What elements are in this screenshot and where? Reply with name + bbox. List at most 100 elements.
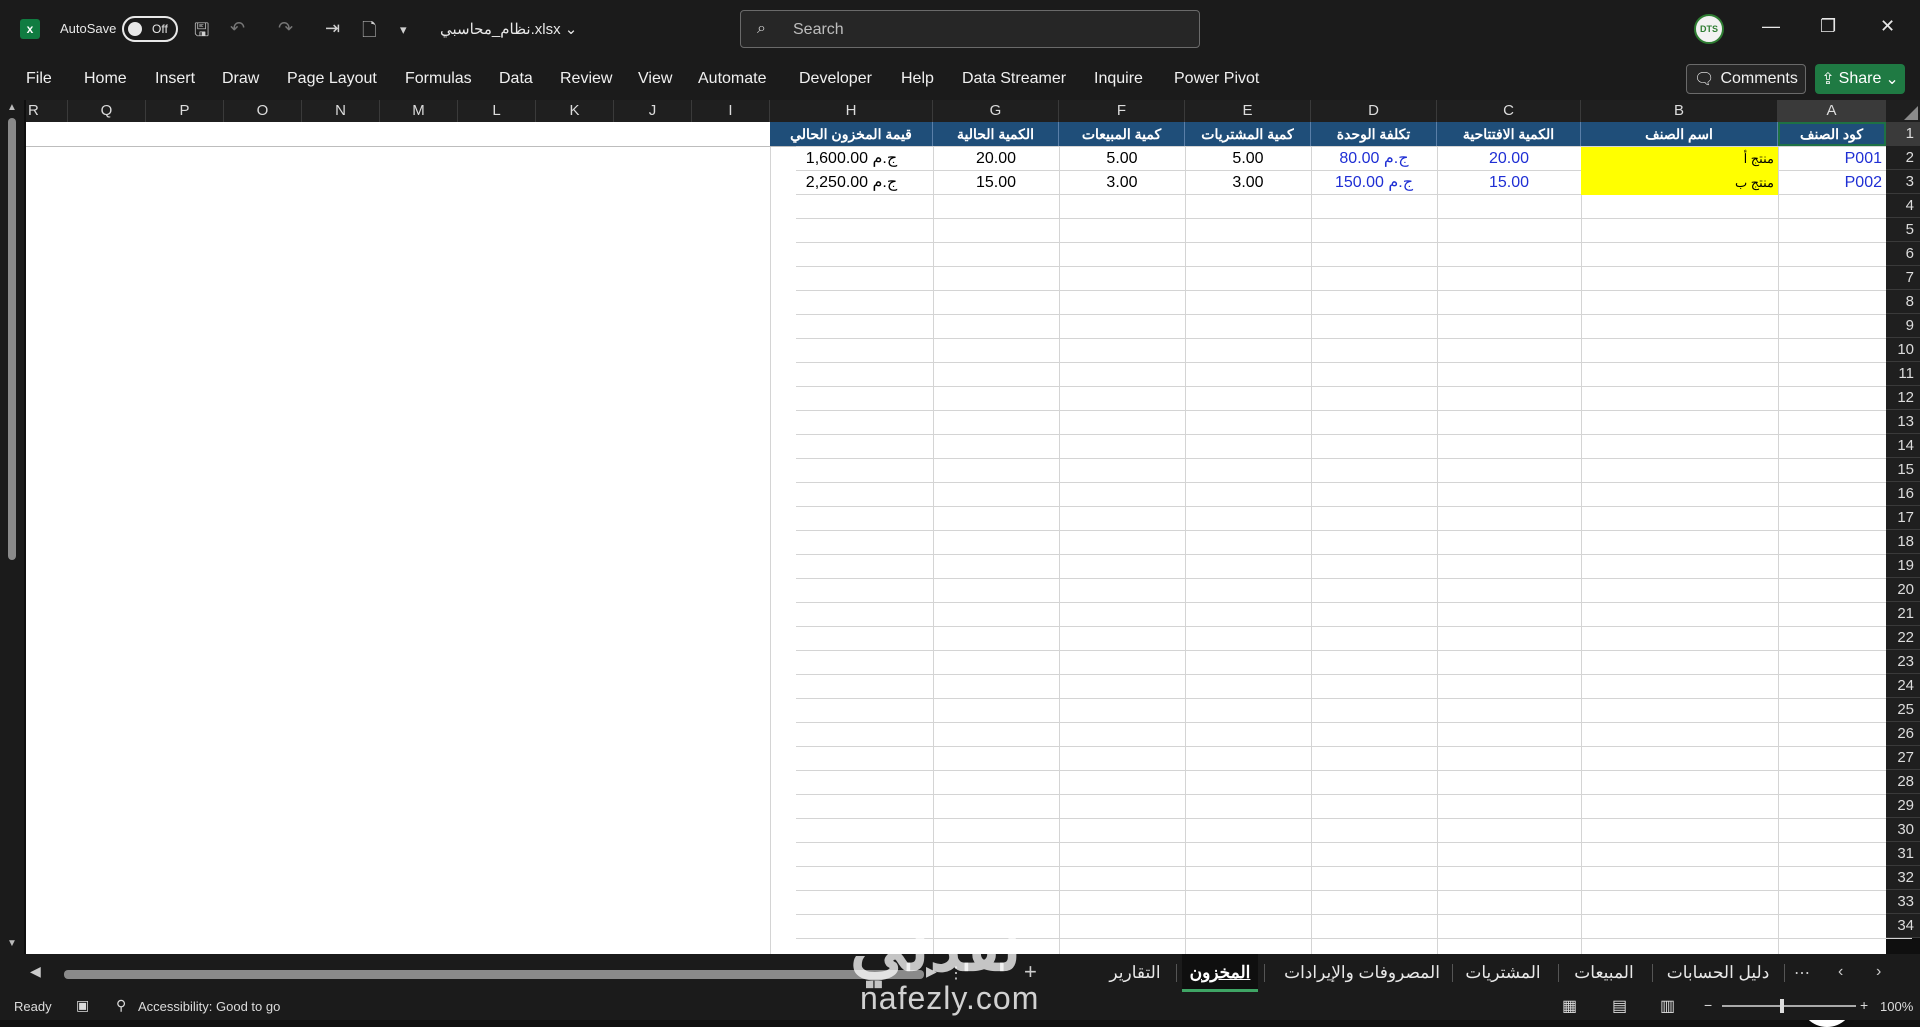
row-header[interactable]: 21 (1886, 602, 1920, 626)
sheet-tab-reports[interactable]: التقارير (1100, 954, 1170, 992)
column-header-r[interactable]: R (26, 100, 68, 122)
row-header[interactable]: 7 (1886, 266, 1920, 290)
comments-button[interactable]: 🗨 Comments (1686, 64, 1806, 94)
row-header[interactable]: 22 (1886, 626, 1920, 650)
sheet-tab-purchases[interactable]: المشتريات (1458, 954, 1548, 992)
column-header-e[interactable]: E (1185, 100, 1311, 122)
row-header[interactable]: 31 (1886, 842, 1920, 866)
page-break-view-icon[interactable]: ▥ (1660, 996, 1675, 1016)
row-header[interactable]: 11 (1886, 362, 1920, 386)
normal-view-icon[interactable]: ▦ (1562, 996, 1577, 1016)
macro-record-icon[interactable]: ▣ (76, 997, 89, 1014)
row-header[interactable]: 13 (1886, 410, 1920, 434)
select-all-corner[interactable] (1886, 100, 1920, 122)
column-header-m[interactable]: M (380, 100, 458, 122)
customize-toolbar-icon[interactable]: ▾ (400, 22, 407, 38)
tab-review[interactable]: Review (560, 70, 612, 88)
accessibility-icon[interactable]: ⚲ (116, 997, 126, 1014)
save-icon[interactable]: 🖫 (194, 18, 209, 48)
zoom-slider-thumb[interactable] (1780, 999, 1784, 1013)
data-flow-icon[interactable]: ⇥ (325, 18, 340, 39)
table-header-cell[interactable]: تكلفة الوحدة (1311, 122, 1437, 146)
scroll-thumb[interactable] (8, 118, 16, 560)
row-header[interactable]: 20 (1886, 578, 1920, 602)
page-layout-view-icon[interactable]: ▤ (1612, 996, 1627, 1016)
vertical-scrollbar[interactable]: ▲ ▼ (0, 100, 24, 954)
zoom-in-icon[interactable]: + (1860, 997, 1868, 1013)
scroll-left-icon[interactable]: ◀ (30, 963, 41, 980)
column-header-n[interactable]: N (302, 100, 380, 122)
row-header[interactable]: 15 (1886, 458, 1920, 482)
row-header[interactable]: 28 (1886, 770, 1920, 794)
tab-developer[interactable]: Developer (799, 70, 872, 88)
table-cell[interactable]: ج.م 2,250.00 (770, 171, 933, 195)
tab-formulas[interactable]: Formulas (405, 70, 472, 88)
column-header-o[interactable]: O (224, 100, 302, 122)
share-button[interactable]: ⇪ Share ⌄ (1815, 64, 1905, 94)
tab-help[interactable]: Help (901, 70, 934, 88)
sheet-tab-sales[interactable]: المبيعات (1564, 954, 1644, 992)
row-header[interactable]: 25 (1886, 698, 1920, 722)
table-header-cell[interactable]: كود الصنف (1778, 122, 1886, 146)
new-document-icon[interactable]: 🗋 (362, 18, 376, 48)
tab-file[interactable]: File (26, 70, 52, 88)
row-header[interactable]: 2 (1886, 146, 1920, 170)
table-cell[interactable]: 5.00 (1185, 147, 1311, 171)
scroll-up-icon[interactable]: ▲ (7, 102, 17, 113)
table-header-cell[interactable]: قيمة المخزون الحالي (770, 122, 933, 146)
column-header-b[interactable]: B (1581, 100, 1778, 122)
restore-icon[interactable]: ❐ (1820, 16, 1836, 37)
table-cell[interactable]: 15.00 (1437, 171, 1581, 195)
table-header-cell[interactable]: الكمية الافتتاحية (1437, 122, 1581, 146)
table-header-cell[interactable]: الكمية الحالية (933, 122, 1059, 146)
tab-page-layout[interactable]: Page Layout (287, 70, 377, 88)
sheet-tab-expenses-revenues[interactable]: المصروفات والإيرادات (1272, 954, 1452, 992)
table-cell[interactable]: 5.00 (1059, 147, 1185, 171)
table-cell[interactable]: منتج ب (1581, 171, 1778, 195)
table-header-cell[interactable]: كمية المشتريات (1185, 122, 1311, 146)
accessibility-status[interactable]: Accessibility: Good to go (138, 999, 280, 1014)
table-cell[interactable]: P001 (1778, 147, 1886, 171)
tab-automate[interactable]: Automate (698, 70, 766, 88)
row-header[interactable]: 23 (1886, 650, 1920, 674)
row-header[interactable]: 34 (1886, 914, 1920, 938)
table-cell[interactable]: 15.00 (933, 171, 1059, 195)
row-header[interactable]: 33 (1886, 890, 1920, 914)
row-header[interactable]: 17 (1886, 506, 1920, 530)
row-header[interactable]: 10 (1886, 338, 1920, 362)
search-input[interactable]: Search (793, 21, 844, 39)
row-header[interactable]: 8 (1886, 290, 1920, 314)
row-header[interactable]: 32 (1886, 866, 1920, 890)
row-header[interactable]: 19 (1886, 554, 1920, 578)
table-cell[interactable]: ج.م 80.00 (1311, 147, 1437, 171)
table-header-cell[interactable]: كمية المبيعات (1059, 122, 1185, 146)
column-header-q[interactable]: Q (68, 100, 146, 122)
previous-sheet-icon[interactable]: ‹ (1838, 963, 1843, 981)
tab-inquire[interactable]: Inquire (1094, 70, 1143, 88)
file-name[interactable]: نظام_محاسبي.xlsx ⌄ (440, 20, 577, 38)
row-header[interactable]: 14 (1886, 434, 1920, 458)
table-cell[interactable]: 20.00 (933, 147, 1059, 171)
tab-insert[interactable]: Insert (155, 70, 195, 88)
row-header[interactable]: 16 (1886, 482, 1920, 506)
row-header[interactable]: 29 (1886, 794, 1920, 818)
column-header-h[interactable]: H (770, 100, 933, 122)
zoom-out-icon[interactable]: − (1704, 997, 1712, 1013)
column-header-g[interactable]: G (933, 100, 1059, 122)
row-header[interactable]: 26 (1886, 722, 1920, 746)
minimize-icon[interactable]: — (1762, 16, 1780, 37)
tab-data[interactable]: Data (499, 70, 533, 88)
table-cell[interactable]: ج.م 150.00 (1311, 171, 1437, 195)
column-header-d[interactable]: D (1311, 100, 1437, 122)
tab-draw[interactable]: Draw (222, 70, 259, 88)
table-cell[interactable]: 20.00 (1437, 147, 1581, 171)
table-cell[interactable]: ج.م 1,600.00 (770, 147, 933, 171)
cell-grid[interactable]: A B C D E F G H I J K L M N O P Q R كود … (26, 100, 1912, 954)
table-cell[interactable]: P002 (1778, 171, 1886, 195)
sheet-tab-chart-of-accounts[interactable]: دليل الحسابات (1658, 954, 1778, 992)
avatar[interactable]: DTS (1694, 14, 1724, 44)
zoom-slider[interactable] (1722, 1005, 1856, 1007)
row-header[interactable]: 5 (1886, 218, 1920, 242)
column-header-i[interactable]: I (692, 100, 770, 122)
row-header[interactable]: 27 (1886, 746, 1920, 770)
